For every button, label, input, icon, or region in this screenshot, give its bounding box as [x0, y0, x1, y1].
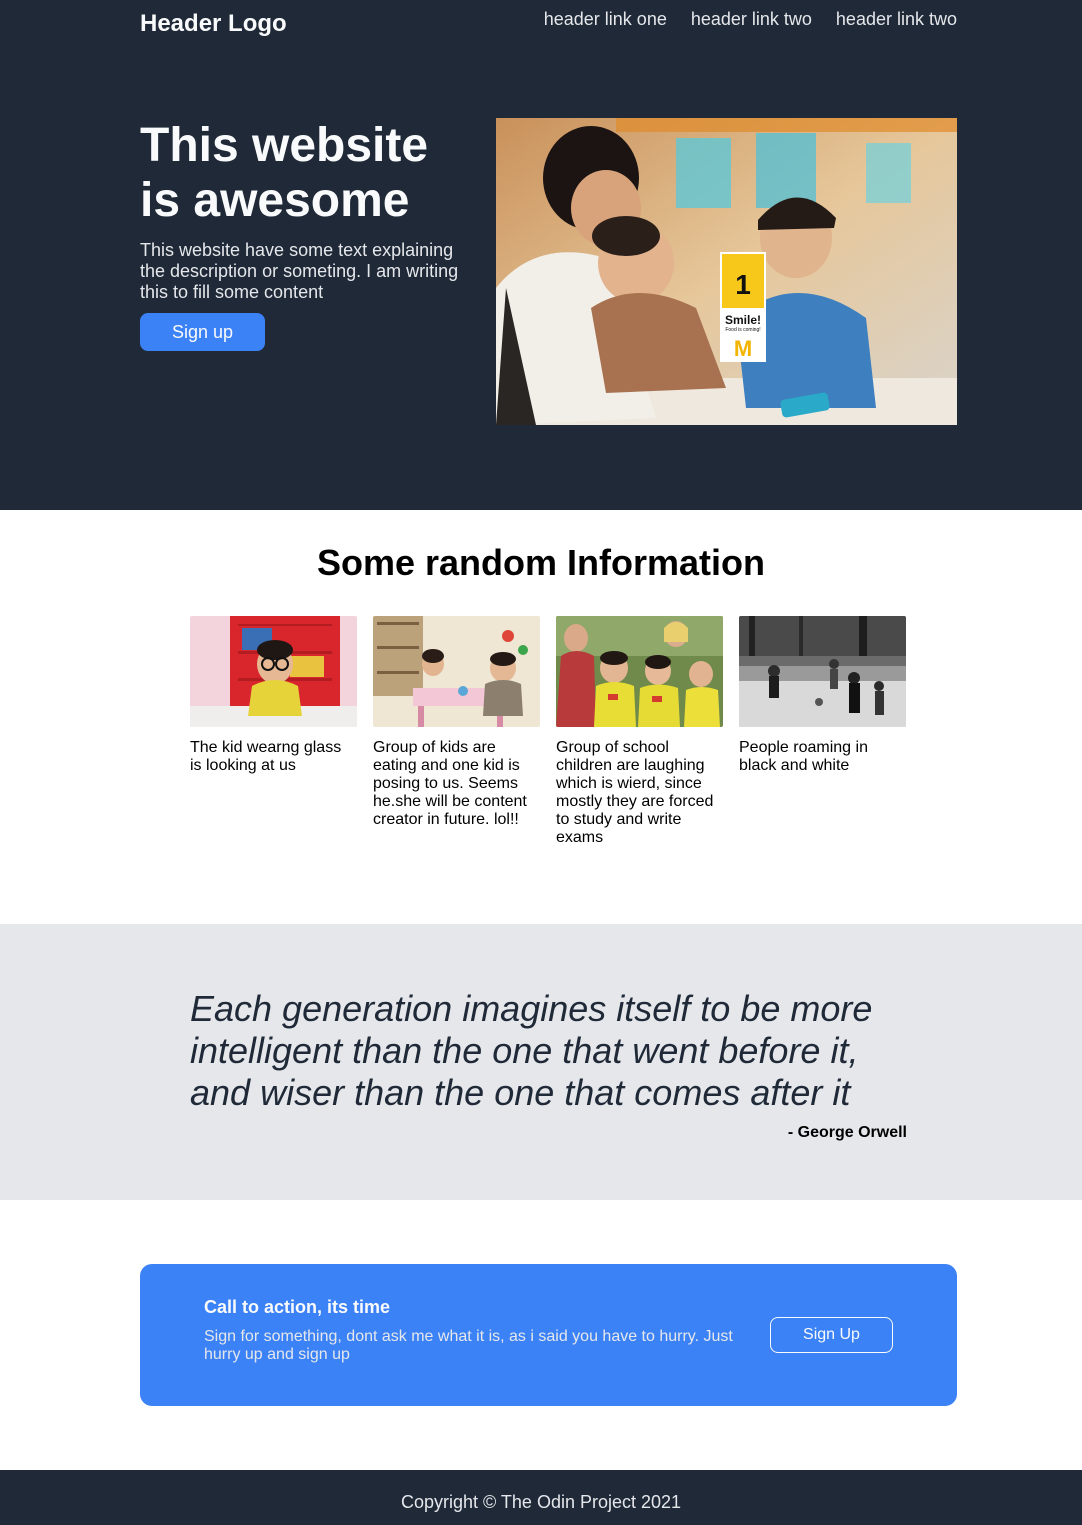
- quote-section: Each generation imagines itself to be mo…: [0, 924, 1082, 1200]
- cta-box: Call to action, its time Sign for someth…: [140, 1264, 957, 1406]
- hero-image: 1 Smile! Food is coming! M: [496, 118, 957, 425]
- nav-link-two[interactable]: header link two: [691, 9, 812, 30]
- sign-subtext: Food is coming!: [725, 327, 760, 333]
- nav-link-three[interactable]: header link two: [836, 9, 957, 30]
- card-text: People roaming in black and white: [739, 739, 868, 774]
- cta-description: Sign for something, dont ask me what it …: [204, 1328, 733, 1363]
- cta-title: Call to action, its time: [204, 1297, 391, 1317]
- quote-text: Each generation imagines itself to be mo…: [190, 988, 873, 1113]
- card-text: The kid wearng glass is looking at us: [190, 739, 342, 774]
- info-card: Group of kids are eating and one kid is …: [373, 616, 540, 847]
- info-card: The kid wearng glass is looking at us: [190, 616, 357, 847]
- card-image-school-children: [556, 616, 723, 727]
- card-image-kid-glasses: [190, 616, 357, 727]
- hero-signup-button[interactable]: Sign up: [140, 313, 265, 351]
- nav-link-one[interactable]: header link one: [544, 9, 667, 30]
- hero-section: Header Logo header link one header link …: [0, 0, 1082, 510]
- hero-title: This website is awesome: [140, 119, 429, 227]
- sign-number: 1: [735, 269, 751, 300]
- hero-description: This website have some text explaining t…: [140, 240, 459, 302]
- cta-section: Call to action, its time Sign for someth…: [0, 1200, 1082, 1470]
- header-nav: header link one header link two header l…: [544, 9, 957, 30]
- header-logo[interactable]: Header Logo: [140, 10, 287, 38]
- svg-text:M: M: [734, 336, 752, 361]
- sign-text: Smile!: [725, 313, 761, 327]
- info-title: Some random Information: [316, 542, 766, 583]
- footer: Copyright © The Odin Project 2021: [0, 1470, 1082, 1525]
- info-card: People roaming in black and white: [739, 616, 906, 847]
- cta-signup-button[interactable]: Sign Up: [770, 1317, 893, 1353]
- hero-text-block: This website is awesome This website hav…: [140, 118, 480, 351]
- footer-copyright: Copyright © The Odin Project 2021: [400, 1492, 682, 1512]
- card-text: Group of school children are laughing wh…: [556, 739, 714, 846]
- quote-author: - George Orwell: [787, 1124, 907, 1141]
- top-navbar: Header Logo header link one header link …: [140, 0, 957, 48]
- info-card: Group of school children are laughing wh…: [556, 616, 723, 847]
- info-section: Some random Information The kid wearng g…: [0, 510, 1082, 924]
- card-text: Group of kids are eating and one kid is …: [373, 739, 527, 828]
- card-image-kids-eating: [373, 616, 540, 727]
- card-image-black-white: [739, 616, 906, 727]
- info-cards: The kid wearng glass is looking at us Gr…: [190, 616, 906, 847]
